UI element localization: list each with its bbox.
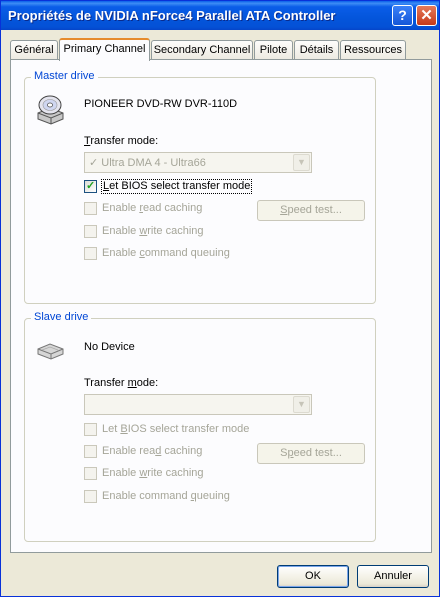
checkbox-box[interactable]: ✓ [84,180,97,193]
drive-icon [37,343,64,360]
checkbox-box[interactable] [84,225,97,238]
cancel-button[interactable]: Annuler [357,565,429,588]
master-read-caching-label: Enable read caching [102,202,203,214]
master-write-caching-label: Enable write caching [102,225,204,237]
tab-secondary-channel[interactable]: Secondary Channel [151,40,253,60]
checkbox-box[interactable] [84,467,97,480]
tab-ressources[interactable]: Ressources [340,40,406,60]
tab-label: Primary Channel [63,43,146,55]
master-transfer-mode-value: ✓ Ultra DMA 4 - Ultra66 [89,157,206,169]
master-drive-legend: Master drive [31,70,98,82]
help-button[interactable]: ? [392,5,413,26]
chevron-down-icon: ▼ [293,396,310,413]
tab-primary-channel[interactable]: Primary Channel [59,38,150,61]
slave-speed-test-button[interactable]: Speed test... [257,443,365,464]
master-device-name: PIONEER DVD-RW DVR-110D [84,98,238,110]
slave-drive-group: Slave drive No Device Transfer mode: ▼ L… [24,311,376,542]
tab-label: Secondary Channel [153,44,251,56]
primary-channel-panel: Master drive PIONEER DVD-RW DVR-110D Tra… [10,59,432,553]
close-button[interactable]: ✕ [416,5,437,26]
tab-details[interactable]: Détails [294,40,339,60]
checkmark-icon: ✓ [86,180,96,192]
close-icon: ✕ [420,7,433,24]
title-bar[interactable]: Propriétés de NVIDIA nForce4 Parallel AT… [1,1,439,30]
check-icon: ✓ [89,157,99,169]
master-let-bios-label: Let BIOS select transfer mode [100,179,253,194]
ok-button[interactable]: OK [277,565,349,588]
tab-label: Pilote [259,44,288,56]
checkbox-box[interactable] [84,445,97,458]
slave-transfer-mode-select[interactable]: ▼ [84,394,312,415]
cd-drive-icon [37,95,64,125]
slave-let-bios-label: Let BIOS select transfer mode [102,423,250,435]
slave-transfer-mode-label: Transfer mode: [84,377,159,389]
slave-write-caching-label: Enable write caching [102,467,204,479]
master-transfer-mode-label: Transfer mode: [84,135,159,147]
window-title: Propriétés de NVIDIA nForce4 Parallel AT… [8,8,336,23]
slave-drive-legend: Slave drive [31,311,92,323]
slave-device-name: No Device [84,341,135,353]
master-speed-test-button[interactable]: Speed test... [257,200,365,221]
properties-dialog: Propriétés de NVIDIA nForce4 Parallel AT… [0,0,440,597]
checkbox-box[interactable] [84,247,97,260]
chevron-down-icon: ▼ [293,154,310,171]
tab-label: Ressources [343,44,403,56]
slave-read-caching-label: Enable read caching [102,445,203,457]
master-command-queuing-label: Enable command queuing [102,247,230,259]
tab-general[interactable]: Général [10,40,58,60]
master-transfer-mode-select[interactable]: ✓ Ultra DMA 4 - Ultra66 ▼ [84,152,312,173]
checkbox-box[interactable] [84,423,97,436]
tab-pilote[interactable]: Pilote [254,40,293,60]
help-icon: ? [398,7,407,23]
master-drive-group: Master drive PIONEER DVD-RW DVR-110D Tra… [24,70,376,304]
tab-label: Détails [299,44,334,56]
checkbox-box[interactable] [84,202,97,215]
tab-label: Général [14,44,54,56]
slave-command-queuing-label: Enable command queuing [102,490,230,502]
checkbox-box[interactable] [84,490,97,503]
